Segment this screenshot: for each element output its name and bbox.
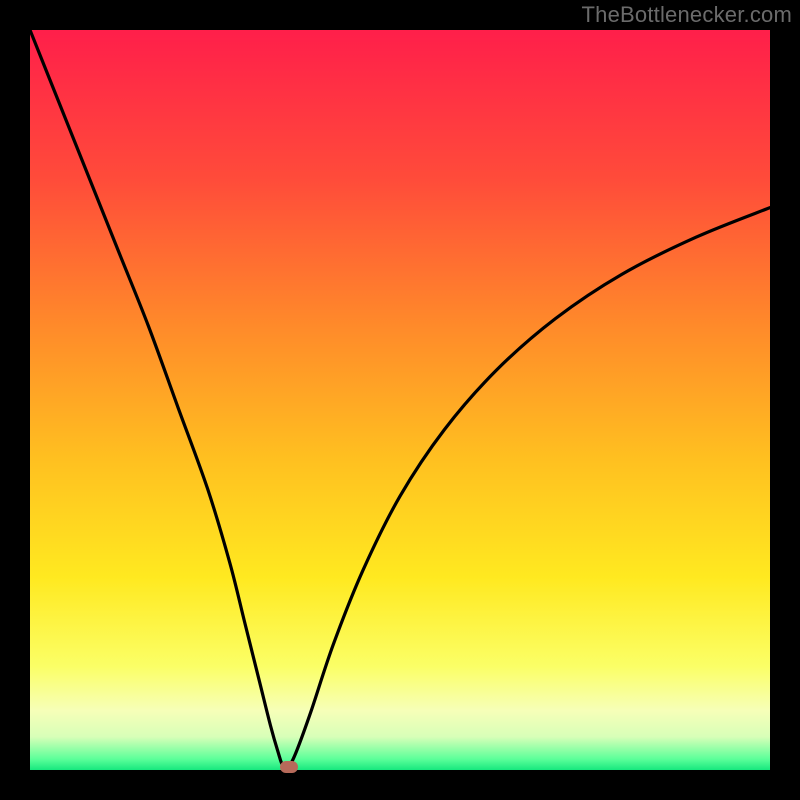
watermark-text: TheBottlenecker.com (582, 2, 792, 28)
plot-background-gradient (30, 30, 770, 770)
chart-frame: TheBottlenecker.com (0, 0, 800, 800)
optimal-point-marker (280, 761, 298, 773)
